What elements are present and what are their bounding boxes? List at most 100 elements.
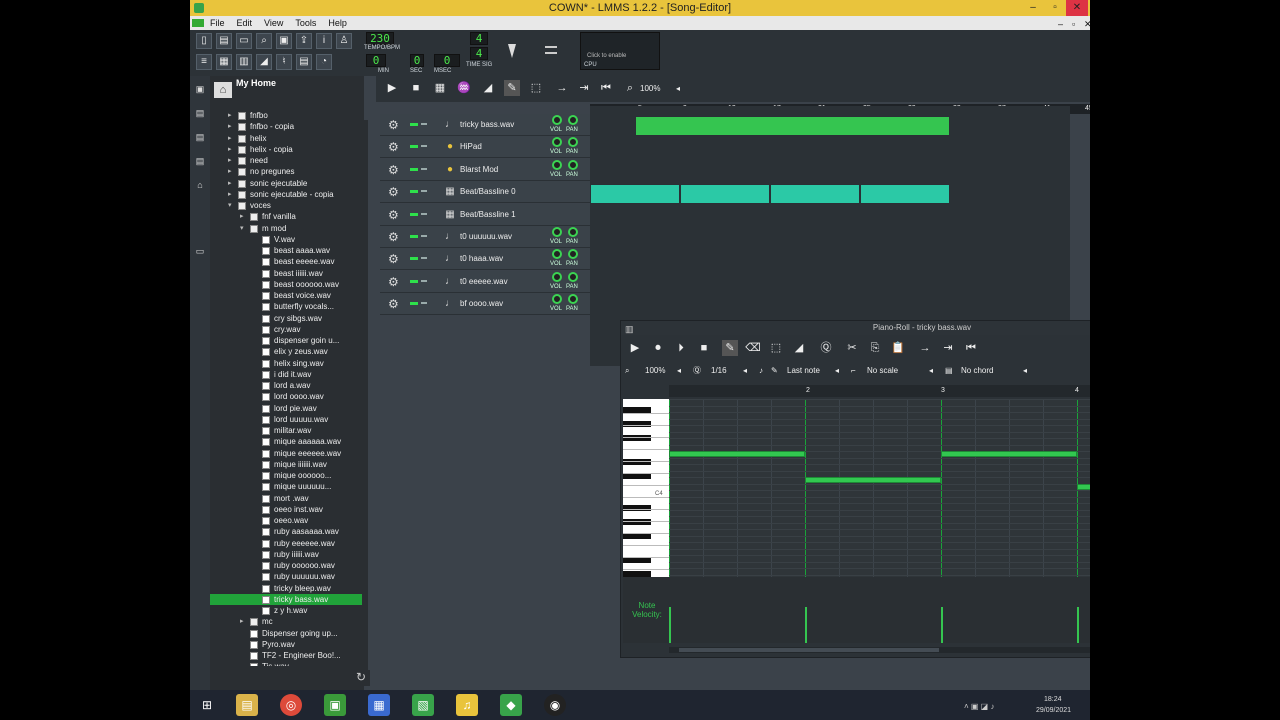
app-green2-icon[interactable]: ▧ (412, 694, 434, 716)
save-icon[interactable]: ▣ (276, 33, 292, 49)
pr-note-length-value[interactable]: Last note (787, 365, 820, 377)
velocity-bar[interactable] (805, 607, 807, 643)
file-item[interactable]: mort .wav (210, 493, 364, 504)
note[interactable] (1077, 483, 1090, 490)
track-name[interactable]: Beat/Bassline 0 (460, 187, 516, 196)
expand-arrow-icon[interactable]: ▸ (240, 211, 248, 222)
volume-knob[interactable] (552, 227, 562, 237)
track-mute-button[interactable] (410, 145, 418, 149)
bb-pattern-4[interactable] (860, 184, 950, 204)
pr-copy-icon[interactable]: ⎘ (867, 340, 883, 356)
collapse-arrow-icon[interactable]: ▾ (240, 223, 248, 234)
file-item[interactable]: mique uuuuuu... (210, 481, 364, 492)
pr-quantize-icon[interactable]: Ⓠ (818, 340, 834, 356)
stop-button[interactable]: ■ (408, 80, 424, 96)
add-bb-track-icon[interactable]: ▦ (432, 80, 448, 96)
pr-horizontal-scrollbar[interactable] (669, 647, 1090, 653)
export-tracks-icon[interactable]: ♙ (336, 33, 352, 49)
pan-knob[interactable] (568, 159, 578, 170)
track-row[interactable]: ⚙ ♩ bf oooo.wav VOL PAN (380, 293, 590, 316)
file-item[interactable]: beast voice.wav (210, 290, 364, 301)
mdi-minimize-icon[interactable]: – (1052, 16, 1064, 30)
my-home-tab-icon[interactable]: ⌂ (194, 180, 206, 190)
expand-arrow-icon[interactable]: ▸ (228, 144, 236, 155)
file-item[interactable]: mique eeeeee.wav (210, 448, 364, 459)
play-button[interactable]: ▶ (384, 80, 400, 96)
track-mute-button[interactable] (410, 190, 418, 194)
beat-bassline-icon[interactable]: ▦ (216, 54, 232, 70)
chrome-icon[interactable]: ◎ (280, 694, 302, 716)
velocity-area[interactable] (669, 577, 1090, 643)
add-automation-track-icon[interactable]: ◢ (480, 80, 496, 96)
file-item[interactable]: TF2 - Engineer Boo!... (210, 650, 364, 661)
pr-auto-scroll-icon[interactable]: → (917, 340, 933, 356)
track-mute-button[interactable] (410, 167, 418, 171)
lmms-taskbar-icon[interactable]: ◆ (500, 694, 522, 716)
bb-pattern-1[interactable] (590, 184, 680, 204)
folder-item[interactable]: ▸ no pregunes (210, 166, 364, 177)
file-item[interactable]: beast iiiiii.wav (210, 268, 364, 279)
track-settings-gear-icon[interactable]: ⚙ (388, 163, 399, 177)
mdi-restore-icon[interactable]: ▫ (1066, 16, 1078, 30)
edit-mode-icon[interactable]: ⬚ (528, 80, 544, 96)
app-blue-icon[interactable]: ▦ (368, 694, 390, 716)
pr-quantize-value[interactable]: 1/16 (711, 365, 727, 377)
file-item[interactable]: lord uuuuu.wav (210, 414, 364, 425)
file-item[interactable]: ruby aasaaaa.wav (210, 526, 364, 537)
track-mute-button[interactable] (410, 235, 418, 238)
file-item[interactable]: Dispenser going up... (210, 628, 364, 639)
file-item[interactable]: Tis.wav (210, 661, 364, 666)
volume-knob[interactable] (552, 159, 562, 170)
track-solo-button[interactable] (421, 235, 427, 237)
browser-scrollbar[interactable] (362, 120, 368, 680)
file-item[interactable]: Pyro.wav (210, 639, 364, 650)
file-item[interactable]: butterfly vocals... (210, 301, 364, 312)
loop-points-icon[interactable]: ⇥ (576, 80, 592, 96)
song-zoom-arrow-icon[interactable]: ◂ (676, 83, 680, 95)
piano-keyboard[interactable]: C4 (623, 399, 669, 577)
recent-projects-icon[interactable]: ⌕ (256, 33, 272, 49)
velocity-bar[interactable] (669, 607, 671, 643)
track-settings-gear-icon[interactable]: ⚙ (388, 252, 399, 266)
folder-item[interactable]: ▸ need (210, 155, 364, 166)
browser-search-bar[interactable]: ↻ (210, 670, 370, 686)
obs-icon[interactable]: ◉ (544, 694, 566, 716)
expand-arrow-icon[interactable]: ▸ (228, 133, 236, 144)
folder-item[interactable]: ▸ mc (210, 616, 364, 627)
file-item[interactable]: i did it.wav (210, 369, 364, 380)
track-settings-gear-icon[interactable]: ⚙ (388, 297, 399, 311)
minimize-button[interactable]: – (1022, 0, 1044, 16)
song-zoom[interactable]: 100% (640, 83, 660, 95)
velocity-bar[interactable] (1077, 607, 1079, 643)
pr-scale-arrow-icon[interactable]: ◂ (929, 365, 933, 377)
timesig-denominator[interactable]: 4 (470, 47, 488, 60)
pr-loop-points-icon[interactable]: ⇥ (940, 340, 956, 356)
pr-stop-behaviour-icon[interactable]: ⏮ (963, 340, 979, 356)
pr-chord-value[interactable]: No chord (961, 365, 993, 377)
track-name[interactable]: t0 haaa.wav (460, 254, 503, 263)
track-solo-button[interactable] (421, 190, 427, 193)
pr-play-button[interactable]: ▶ (627, 340, 643, 356)
app-green-icon[interactable]: ▣ (324, 694, 346, 716)
volume-knob[interactable] (552, 249, 562, 260)
file-explorer-icon[interactable]: ▤ (236, 694, 258, 716)
folder-item[interactable]: ▸ fnf vanilla (210, 211, 364, 222)
pr-stop-button[interactable]: ■ (696, 340, 712, 356)
pr-record-while-playing-button[interactable]: ⏵ (673, 340, 689, 356)
folder-item[interactable]: ▸ fnfbo (210, 110, 364, 121)
file-item[interactable]: ruby iiiiii.wav (210, 549, 364, 560)
folder-item[interactable]: ▸ helix (210, 133, 364, 144)
folder-item[interactable]: ▸ sonic ejecutable - copia (210, 189, 364, 200)
track-solo-button[interactable] (421, 279, 427, 282)
note[interactable] (941, 451, 1077, 457)
track-solo-button[interactable] (421, 302, 427, 305)
black-key[interactable] (623, 421, 651, 427)
file-item[interactable]: mique iiiiiii.wav (210, 459, 364, 470)
track-row[interactable]: ⚙ ♩ t0 eeeee.wav VOL PAN (380, 270, 590, 293)
track-name[interactable]: bf oooo.wav (460, 299, 503, 308)
pr-chord-arrow-icon[interactable]: ◂ (1023, 365, 1027, 377)
file-item[interactable]: oeeo.wav (210, 515, 364, 526)
pan-knob[interactable] (568, 137, 578, 148)
pr-scale-value[interactable]: No scale (867, 365, 898, 377)
pr-cut-icon[interactable]: ✂ (844, 340, 860, 356)
